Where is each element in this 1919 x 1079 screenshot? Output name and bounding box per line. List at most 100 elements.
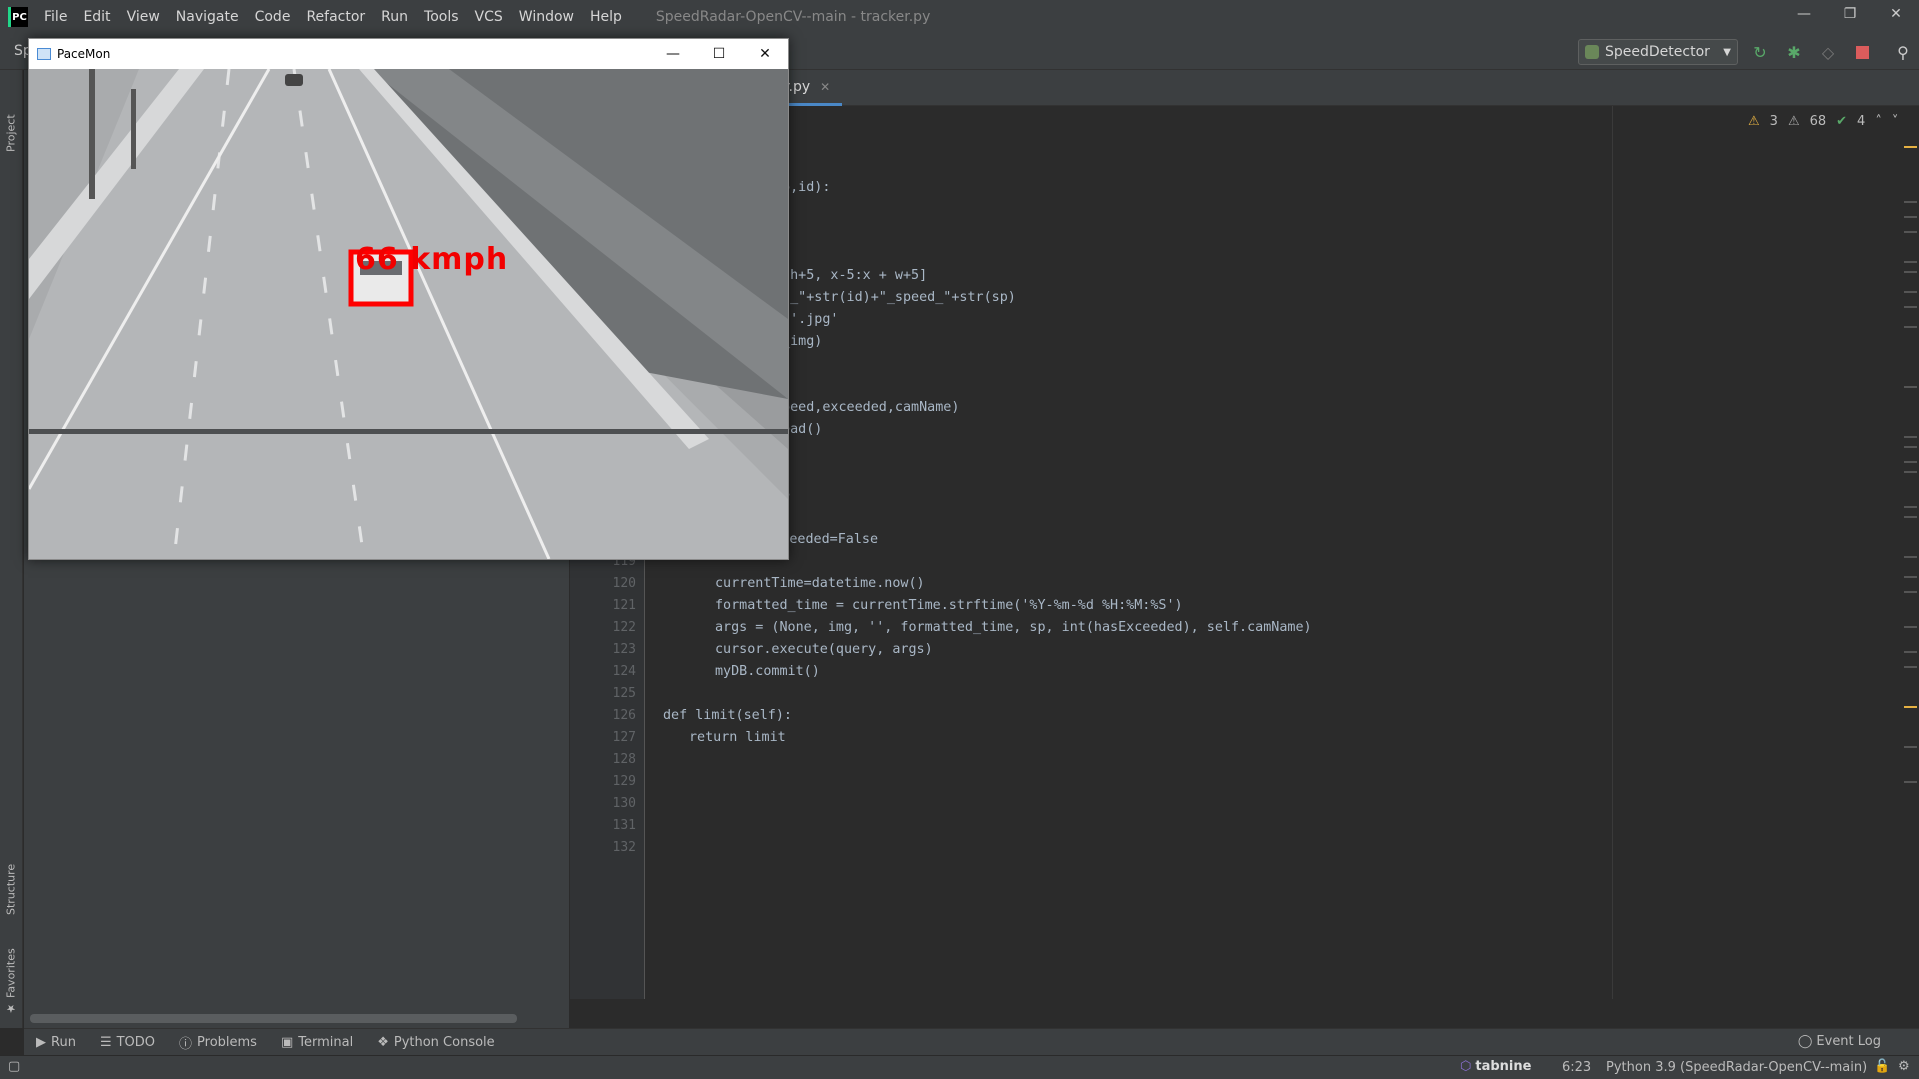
stripe-marker[interactable] [1904,516,1917,518]
line-number: 127 [612,730,636,745]
menu-vcs[interactable]: VCS [467,0,511,34]
close-tab-icon[interactable]: ✕ [820,80,830,94]
stripe-marker[interactable] [1904,231,1917,233]
close-button[interactable]: ✕ [1873,0,1919,28]
stripe-marker[interactable] [1904,291,1917,293]
road-scene-image [29,69,788,559]
run-configuration-select[interactable]: SpeedDetector ▼ [1578,39,1738,65]
stripe-marker[interactable] [1904,556,1917,558]
bottom-tool-bar: ▶ Run ☰ TODO ⓘ Problems ▣ Terminal ❖ Pyt… [24,1028,1919,1055]
stripe-marker[interactable] [1904,471,1917,473]
code-line: return limit [689,730,786,745]
stripe-marker[interactable] [1904,146,1917,148]
lock-icon[interactable]: 🔓 [1874,1059,1890,1074]
menu-tools[interactable]: Tools [416,0,467,34]
inspection-widget[interactable]: ⚠ 3 ⚠ 68 ✔ 4 ˄ ˅ [1748,114,1898,129]
menu-run[interactable]: Run [373,0,416,34]
stripe-marker[interactable] [1904,386,1917,388]
todo-tool-button[interactable]: ☰ TODO [88,1035,167,1050]
caret-position[interactable]: 6:23 [1562,1060,1591,1075]
terminal-icon: ▣ [280,1034,294,1050]
terminal-tool-button[interactable]: ▣ Terminal [269,1035,365,1050]
line-number: 122 [612,620,636,635]
chevron-down-icon[interactable]: ˅ [1892,114,1899,129]
menu-refactor[interactable]: Refactor [298,0,373,34]
title-bar: PC File Edit View Navigate Code Refactor… [0,0,1919,34]
pacemon-minimize-button[interactable]: — [650,39,696,69]
menu-file[interactable]: File [36,0,75,34]
list-icon: ☰ [99,1034,112,1050]
stripe-marker[interactable] [1904,626,1917,628]
stripe-marker[interactable] [1904,201,1917,203]
search-everywhere-icon[interactable]: ⚲ [1893,42,1913,62]
stop-icon[interactable] [1852,42,1872,62]
menu-help[interactable]: Help [582,0,630,34]
python-config-icon [1585,45,1599,59]
python-console-tool-button[interactable]: ❖ Python Console [365,1035,506,1050]
stripe-marker[interactable] [1904,651,1917,653]
pacemon-close-button[interactable]: ✕ [742,39,788,69]
warning-count: 3 [1769,114,1778,129]
run-config-label: SpeedDetector [1605,44,1710,60]
stripe-marker[interactable] [1904,446,1917,448]
menu-navigate[interactable]: Navigate [168,0,247,34]
menu-edit[interactable]: Edit [75,0,118,34]
favorites-tool-tab[interactable]: ★ Favorites [2,940,20,1015]
problems-tool-button[interactable]: ⓘ Problems [167,1033,269,1052]
stripe-marker[interactable] [1904,461,1917,463]
code-line: def limit(self): [663,708,792,723]
menu-window[interactable]: Window [511,0,582,34]
left-tool-strip: Project Structure ★ Favorites [0,70,23,1028]
check-icon: ✔ [1836,114,1848,129]
debug-icon[interactable]: ✱ [1784,42,1804,62]
stripe-marker[interactable] [1904,306,1917,308]
code-line: cursor.execute(query, args) [715,642,933,657]
menu-view[interactable]: View [119,0,168,34]
window-app-icon [37,48,51,60]
minimize-button[interactable]: — [1781,0,1827,28]
layout-toggle-icon[interactable]: ▢ [8,1059,20,1074]
tabnine-icon: ⬡ [1460,1059,1472,1074]
project-horizontal-scrollbar[interactable] [30,1014,517,1023]
pacemon-title-bar[interactable]: PaceMon — ☐ ✕ [29,39,788,69]
stripe-marker[interactable] [1904,436,1917,438]
favorites-tab-label: Favorites [4,948,18,998]
python-interpreter[interactable]: Python 3.9 (SpeedRadar-OpenCV--main) [1606,1060,1867,1075]
weak-warning-count: 68 [1809,114,1827,129]
structure-tool-tab[interactable]: Structure [2,840,20,915]
stripe-marker[interactable] [1904,706,1917,708]
speed-overlay-label: 66 kmph [355,242,509,277]
stripe-marker[interactable] [1904,506,1917,508]
pacemon-maximize-button[interactable]: ☐ [696,39,742,69]
line-number: 132 [612,840,636,855]
memory-indicator-icon[interactable]: ⚙ [1898,1059,1910,1074]
restore-button[interactable]: ❐ [1827,0,1873,28]
stripe-marker[interactable] [1904,591,1917,593]
stripe-marker[interactable] [1904,326,1917,328]
event-log-icon: ◯ [1797,1034,1813,1049]
stripe-marker[interactable] [1904,271,1917,273]
tabnine-widget[interactable]: ⬡ tabnine [1460,1059,1531,1074]
stripe-marker[interactable] [1904,216,1917,218]
stripe-marker[interactable] [1904,666,1917,668]
project-tool-tab[interactable]: Project [2,82,20,152]
play-icon: ▶ [36,1034,46,1050]
code-line: myDB.commit() [715,664,820,679]
weak-warning-icon: ⚠ [1787,114,1800,129]
menu-code[interactable]: Code [247,0,299,34]
chevron-up-icon[interactable]: ˄ [1875,114,1882,129]
window-title: SpeedRadar-OpenCV--main - tracker.py [655,9,931,25]
stripe-marker[interactable] [1904,781,1917,783]
run-tool-button[interactable]: ▶ Run [24,1035,88,1050]
stripe-marker[interactable] [1904,261,1917,263]
coverage-icon[interactable]: ◇ [1818,42,1838,62]
line-number: 124 [612,664,636,679]
stripe-marker[interactable] [1904,746,1917,748]
stripe-marker[interactable] [1904,576,1917,578]
event-log-label: Event Log [1816,1034,1881,1049]
pacemon-window[interactable]: PaceMon — ☐ ✕ 66 kmph [28,38,789,560]
code-line: formatted_time = currentTime.strftime('%… [715,598,1183,613]
rerun-icon[interactable]: ↻ [1750,42,1770,62]
error-stripe[interactable] [1902,106,1919,999]
event-log-button[interactable]: ◯ Event Log [1798,1034,1881,1049]
